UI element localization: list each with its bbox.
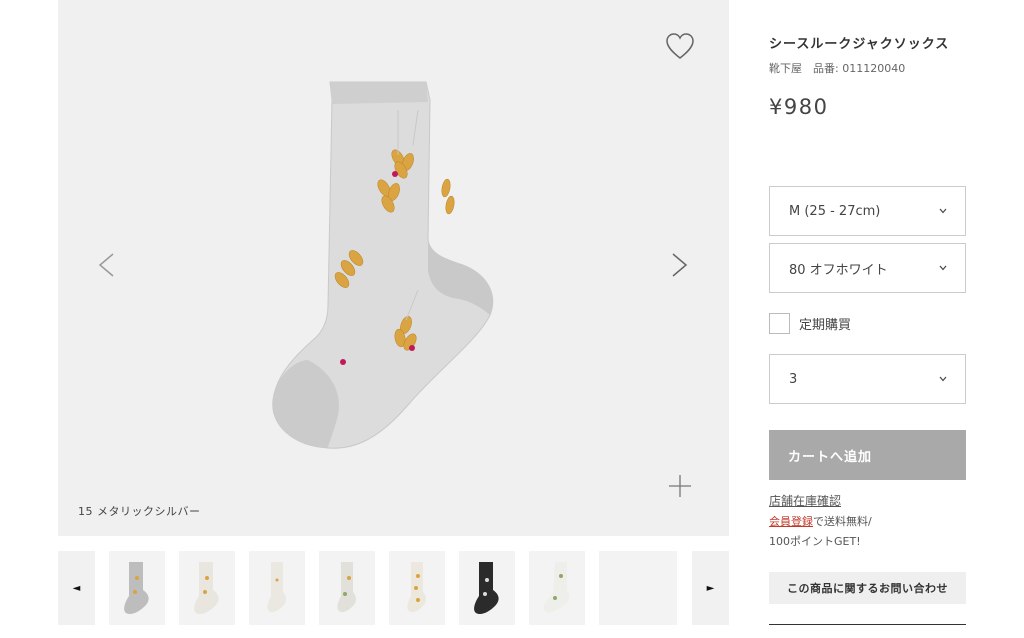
next-image-arrow-icon[interactable] xyxy=(666,250,692,280)
sock-thumbnail-icon xyxy=(267,562,286,613)
sock-thumbnail-icon xyxy=(194,562,219,615)
subscription-label: 定期購買 xyxy=(799,318,852,333)
size-select-value: M (25 - 27cm) xyxy=(789,203,881,219)
product-inquiry-button[interactable]: この商品に関するお問い合わせ xyxy=(769,572,966,604)
size-select[interactable]: M (25 - 27cm) xyxy=(769,186,966,236)
chevron-down-icon xyxy=(939,376,947,382)
product-brand-code: 靴下屋 品番: 011120040 xyxy=(769,62,906,75)
subscription-option[interactable]: 定期購買 xyxy=(769,313,851,334)
promo-points-text: 100ポイントGET! xyxy=(769,535,861,548)
product-title: シースルークジャクソックス xyxy=(769,37,950,52)
promo-shipping-text: で送料無料/ xyxy=(813,515,872,528)
sock-thumbnail-icon xyxy=(407,562,426,613)
subscription-checkbox[interactable] xyxy=(769,313,790,334)
right-arrow-icon: ► xyxy=(706,582,715,594)
add-to-cart-button[interactable]: カートへ追加 xyxy=(769,430,966,480)
sock-thumbnail-icon xyxy=(124,562,149,615)
thumbnail-1[interactable] xyxy=(109,551,165,625)
thumbnail-8[interactable] xyxy=(599,551,677,625)
quantity-select[interactable]: 3 xyxy=(769,354,966,404)
product-price: ¥980 xyxy=(769,95,829,119)
zoom-plus-icon[interactable] xyxy=(668,474,692,498)
thumbnail-2[interactable] xyxy=(179,551,235,625)
thumbnail-4[interactable] xyxy=(319,551,375,625)
chevron-down-icon xyxy=(939,265,947,271)
image-color-caption: 15 メタリックシルバー xyxy=(78,505,201,518)
divider xyxy=(769,624,966,625)
color-select-value: 80 オフホワイト xyxy=(789,262,888,278)
thumbnail-6[interactable] xyxy=(459,551,515,625)
color-select[interactable]: 80 オフホワイト xyxy=(769,243,966,293)
product-main-image: 15 メタリックシルバー xyxy=(58,0,729,536)
store-stock-link[interactable]: 店舗在庫確認 xyxy=(769,492,841,509)
sock-thumbnail-icon xyxy=(543,562,570,613)
prev-image-arrow-icon[interactable] xyxy=(94,250,120,280)
thumbnail-prev-button[interactable]: ◄ xyxy=(58,551,95,625)
thumbnail-5[interactable] xyxy=(389,551,445,625)
left-arrow-icon: ◄ xyxy=(72,582,81,594)
sock-thumbnail-icon xyxy=(337,562,356,613)
quantity-select-value: 3 xyxy=(789,371,798,387)
sock-thumbnail-icon xyxy=(474,562,499,615)
thumbnail-7[interactable] xyxy=(529,551,585,625)
thumbnail-strip: ◄ ► xyxy=(58,551,729,625)
member-promo: 会員登録で送料無料/ 100ポイントGET! xyxy=(769,512,909,552)
member-register-link[interactable]: 会員登録 xyxy=(769,515,813,528)
chevron-down-icon xyxy=(939,208,947,214)
thumbnail-3[interactable] xyxy=(249,551,305,625)
sock-image xyxy=(272,81,494,449)
thumbnail-next-button[interactable]: ► xyxy=(692,551,729,625)
favorite-heart-icon[interactable] xyxy=(665,32,695,62)
